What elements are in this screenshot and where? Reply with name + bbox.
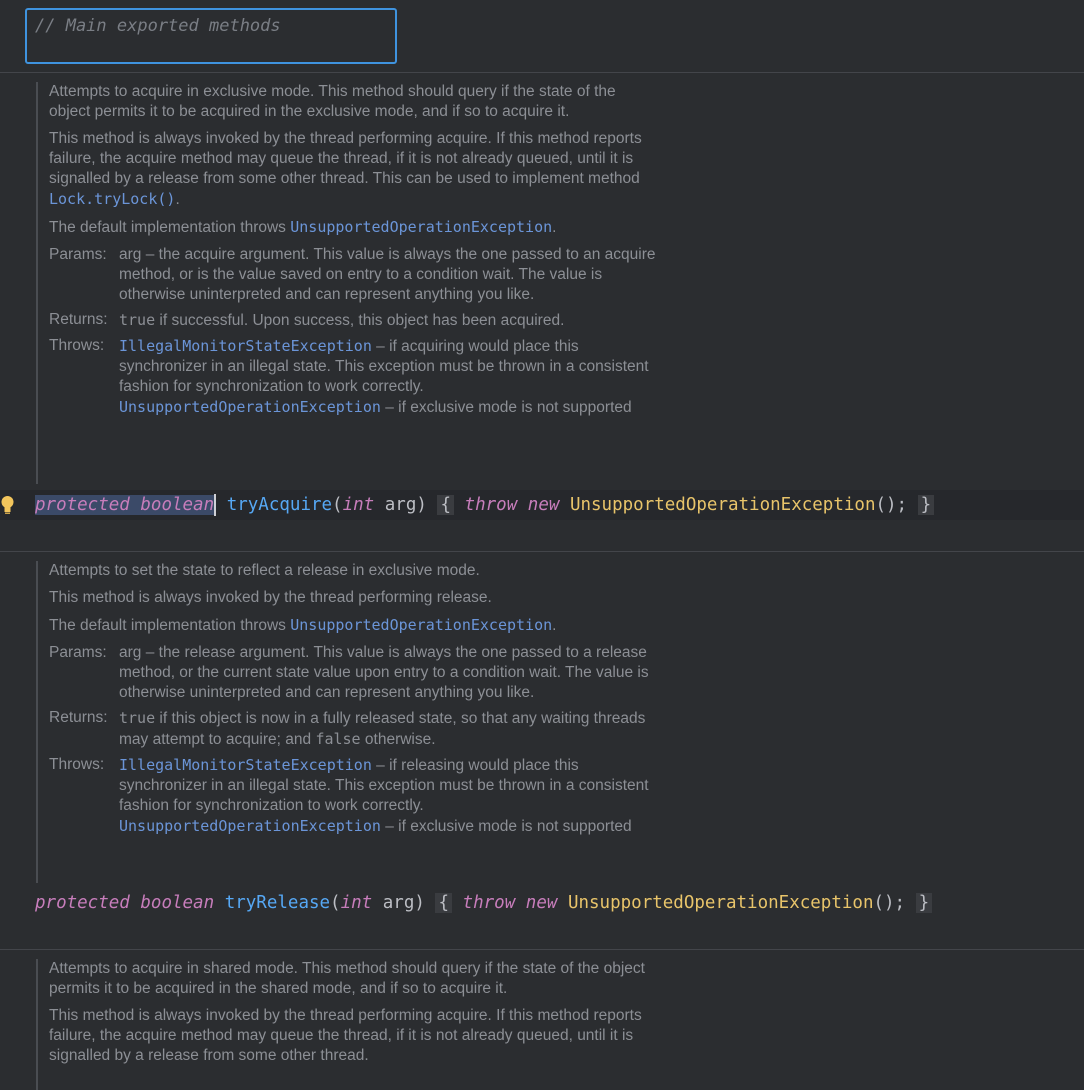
doc-paragraph: Attempts to acquire in exclusive mode. T… <box>49 83 616 120</box>
folded-brace-close[interactable]: } <box>917 495 935 515</box>
params-row: Params: arg – the acquire argument. This… <box>49 245 669 305</box>
code-line-try-release[interactable]: protected boolean tryRelease(int arg) { … <box>0 888 1084 918</box>
doc-paragraph: Attempts to set the state to reflect a r… <box>49 562 480 579</box>
returns-keyword: true <box>119 311 156 329</box>
params-label: Params: <box>49 246 107 263</box>
doc-paragraph: Attempts to acquire in shared mode. This… <box>49 960 645 997</box>
doc-paragraph: This method is always invoked by the thr… <box>49 589 492 606</box>
returns-row: Returns: true if this object is now in a… <box>49 709 646 748</box>
lightbulb-icon[interactable] <box>1 495 14 515</box>
section-comment: // Main exported methods <box>35 16 281 36</box>
doc-paragraph: The default implementation throws Unsupp… <box>49 218 557 236</box>
link-unsupported-operation-exception[interactable]: UnsupportedOperationException <box>290 616 552 634</box>
selected-modifiers: protected boolean <box>35 495 215 515</box>
javadoc-try-acquire-shared: Attempts to acquire in shared mode. This… <box>36 959 669 1090</box>
throws-row: Throws: IllegalMonitorStateException – i… <box>49 756 649 835</box>
text-caret <box>214 494 217 516</box>
throws-label: Throws: <box>49 756 105 773</box>
returns-row: Returns: true if successful. Upon succes… <box>49 311 565 329</box>
code-line-try-acquire[interactable]: protected boolean tryAcquire(int arg) { … <box>0 490 1084 520</box>
javadoc-try-release: Attempts to set the state to reflect a r… <box>36 561 669 883</box>
link-unsupported-operation-exception[interactable]: UnsupportedOperationException <box>290 218 552 236</box>
params-label: Params: <box>49 644 107 661</box>
params-row: Params: arg – the release argument. This… <box>49 643 669 703</box>
params-text: arg – the acquire argument. This value i… <box>119 246 656 303</box>
folded-brace-close[interactable]: } <box>915 893 933 913</box>
doc-paragraph: The default implementation throws Unsupp… <box>49 616 557 634</box>
separator <box>0 949 1084 950</box>
params-text: arg – the release argument. This value i… <box>119 644 649 701</box>
separator <box>0 72 1084 73</box>
link-illegal-monitor-state-exception[interactable]: IllegalMonitorStateException <box>119 756 372 774</box>
link-unsupported-operation-exception[interactable]: UnsupportedOperationException <box>119 817 381 835</box>
link-unsupported-operation-exception[interactable]: UnsupportedOperationException <box>119 398 381 416</box>
javadoc-try-acquire: Attempts to acquire in exclusive mode. T… <box>36 82 669 484</box>
folded-brace-open[interactable]: { <box>435 893 452 913</box>
returns-label: Returns: <box>49 709 108 726</box>
doc-paragraph: This method is always invoked by the thr… <box>49 1007 642 1064</box>
folded-brace-open[interactable]: { <box>437 495 454 515</box>
link-lock-trylock[interactable]: Lock.tryLock() <box>49 190 175 208</box>
separator <box>0 551 1084 552</box>
returns-label: Returns: <box>49 311 108 328</box>
doc-paragraph: This method is always invoked by the thr… <box>49 130 642 208</box>
method-name[interactable]: tryRelease <box>225 893 330 913</box>
throws-label: Throws: <box>49 337 105 354</box>
link-illegal-monitor-state-exception[interactable]: IllegalMonitorStateException <box>119 337 372 355</box>
throws-row: Throws: IllegalMonitorStateException – i… <box>49 337 649 416</box>
method-name[interactable]: tryAcquire <box>227 495 332 515</box>
